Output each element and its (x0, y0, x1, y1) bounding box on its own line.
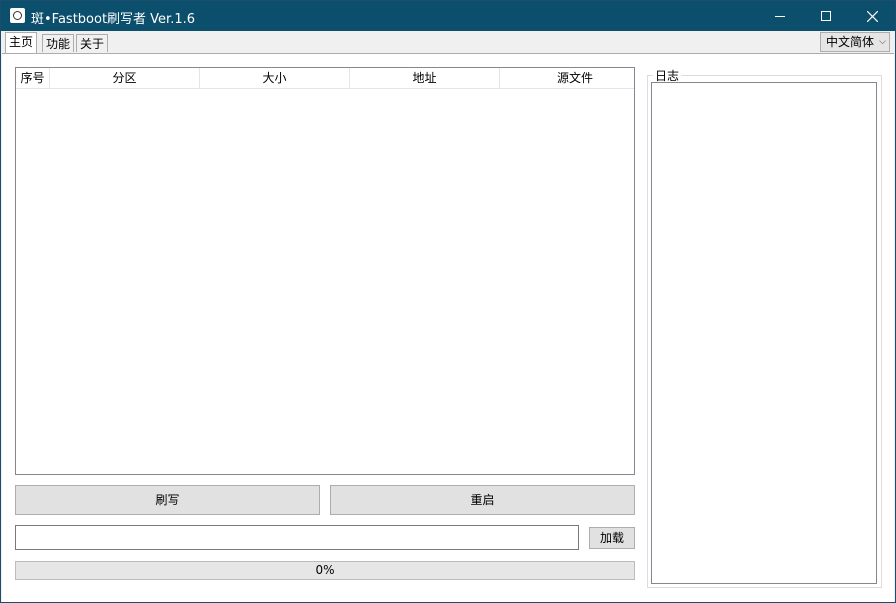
column-header-address[interactable]: 地址 (350, 68, 500, 88)
title-bar[interactable]: 斑•Fastboot刷写者 Ver.1.6 (1, 1, 895, 31)
load-button[interactable]: 加载 (589, 527, 635, 549)
progress-text: 0% (315, 563, 335, 577)
maximize-button[interactable] (803, 1, 849, 31)
app-icon (10, 8, 25, 23)
column-header-size[interactable]: 大小 (200, 68, 350, 88)
log-textbox[interactable] (651, 82, 877, 584)
maximize-icon (821, 11, 831, 21)
chevron-down-icon: ⌵ (879, 37, 886, 47)
minimize-icon (775, 16, 785, 17)
close-icon (866, 10, 878, 22)
window-title: 斑•Fastboot刷写者 Ver.1.6 (31, 12, 196, 27)
home-panel: 序号 分区 大小 地址 源文件 刷写 重启 加载 0% 日志 (2, 53, 894, 602)
progress-bar: 0% (15, 561, 635, 580)
tab-about[interactable]: 关于 (76, 34, 109, 52)
language-select[interactable]: 中文简体 ⌵ (820, 32, 890, 52)
flash-button[interactable]: 刷写 (15, 485, 320, 515)
tab-home[interactable]: 主页 (5, 32, 38, 53)
close-button[interactable] (849, 1, 895, 31)
file-path-input[interactable] (15, 525, 579, 550)
minimize-button[interactable] (757, 1, 803, 31)
reboot-button[interactable]: 重启 (330, 485, 635, 515)
partition-table[interactable]: 序号 分区 大小 地址 源文件 (15, 67, 635, 475)
column-header-index[interactable]: 序号 (16, 68, 50, 88)
tab-functions[interactable]: 功能 (42, 34, 75, 52)
language-select-value: 中文简体 (826, 35, 875, 49)
table-header: 序号 分区 大小 地址 源文件 (16, 68, 634, 89)
tab-bar: 主页 功能 关于 (1, 31, 895, 53)
column-header-partition[interactable]: 分区 (50, 68, 200, 88)
column-header-source-file[interactable]: 源文件 (500, 68, 650, 88)
main-window: 斑•Fastboot刷写者 Ver.1.6 主页 功能 关于 中文简体 ⌵ 序号… (0, 0, 896, 603)
